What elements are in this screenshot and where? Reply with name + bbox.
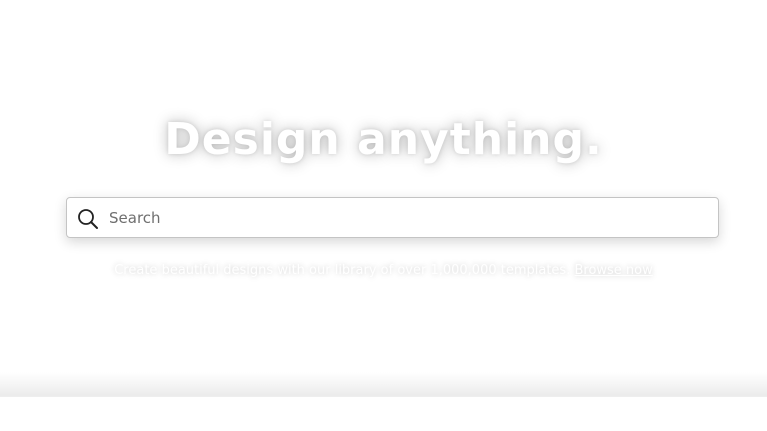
top-bar [0, 0, 767, 22]
browse-now-link[interactable]: Browse now [574, 263, 652, 278]
bottom-shadow [0, 372, 767, 396]
bottom-section [0, 396, 767, 431]
hero-title: Design anything. [164, 114, 603, 165]
hero-subtext-text: Create beautiful designs with our librar… [114, 263, 571, 278]
hero-subtext: Create beautiful designs with our librar… [0, 260, 767, 282]
search-input[interactable] [109, 202, 709, 233]
search-box[interactable] [66, 197, 719, 238]
search-icon[interactable] [77, 208, 99, 230]
page: Design anything. Create beautiful design… [0, 0, 767, 431]
